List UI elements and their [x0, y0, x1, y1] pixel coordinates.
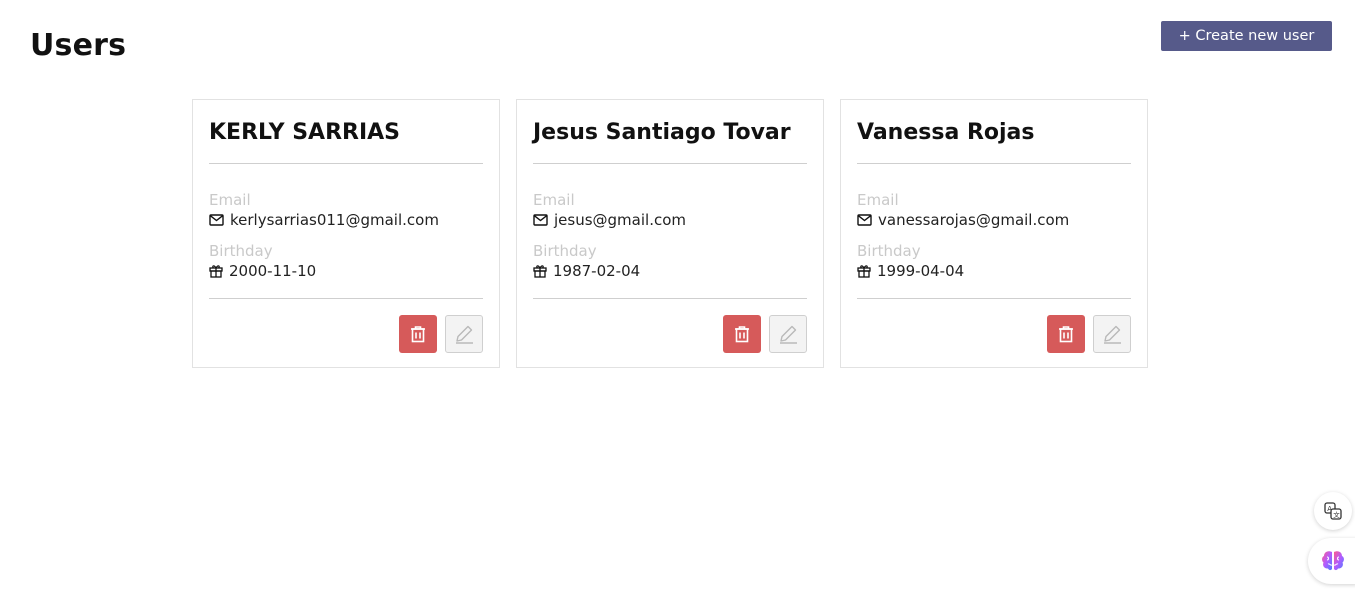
card-actions: [723, 315, 807, 353]
user-email: kerlysarrias011@gmail.com: [230, 211, 439, 229]
user-card: Jesus Santiago Tovar Email jesus@gmail.c…: [516, 99, 824, 368]
email-label: Email: [209, 191, 251, 209]
page-title: Users: [30, 28, 127, 63]
pencil-icon: [780, 325, 797, 344]
delete-button[interactable]: [723, 315, 761, 353]
email-row: kerlysarrias011@gmail.com: [209, 210, 483, 230]
edit-button[interactable]: [1093, 315, 1131, 353]
card-divider: [533, 298, 807, 299]
birthday-row: 1987-02-04: [533, 261, 807, 281]
trash-icon: [411, 326, 425, 343]
pencil-icon: [456, 325, 473, 344]
user-card: Vanessa Rojas Email vanessarojas@gmail.c…: [840, 99, 1148, 368]
card-divider: [857, 163, 1131, 164]
brain-icon: [1322, 551, 1344, 571]
mail-icon: [209, 214, 224, 226]
create-new-user-label: + Create new user: [1178, 28, 1315, 44]
birthday-label: Birthday: [209, 242, 273, 260]
user-card-list: KERLY SARRIAS Email kerlysarrias011@gmai…: [192, 99, 1148, 368]
user-card: KERLY SARRIAS Email kerlysarrias011@gmai…: [192, 99, 500, 368]
card-divider: [533, 163, 807, 164]
trash-icon: [735, 326, 749, 343]
card-actions: [1047, 315, 1131, 353]
gift-icon: [857, 265, 871, 278]
pencil-icon: [1104, 325, 1121, 344]
email-label: Email: [857, 191, 899, 209]
birthday-row: 1999-04-04: [857, 261, 1131, 281]
user-email: vanessarojas@gmail.com: [878, 211, 1070, 229]
edit-button[interactable]: [445, 315, 483, 353]
delete-button[interactable]: [1047, 315, 1085, 353]
translate-button[interactable]: A文: [1314, 492, 1352, 530]
svg-text:文: 文: [1333, 510, 1340, 519]
email-row: jesus@gmail.com: [533, 210, 807, 230]
gift-icon: [209, 265, 223, 278]
card-divider: [209, 163, 483, 164]
edit-button[interactable]: [769, 315, 807, 353]
user-name: KERLY SARRIAS: [209, 120, 401, 145]
card-divider: [857, 298, 1131, 299]
card-actions: [399, 315, 483, 353]
user-name: Vanessa Rojas: [857, 120, 1035, 145]
gift-icon: [533, 265, 547, 278]
mail-icon: [533, 214, 548, 226]
user-birthday: 2000-11-10: [229, 262, 317, 280]
email-label: Email: [533, 191, 575, 209]
birthday-label: Birthday: [857, 242, 921, 260]
user-birthday: 1987-02-04: [553, 262, 641, 280]
birthday-row: 2000-11-10: [209, 261, 483, 281]
card-divider: [209, 298, 483, 299]
mail-icon: [857, 214, 872, 226]
user-email: jesus@gmail.com: [554, 211, 686, 229]
delete-button[interactable]: [399, 315, 437, 353]
trash-icon: [1059, 326, 1073, 343]
user-name: Jesus Santiago Tovar: [533, 120, 791, 145]
email-row: vanessarojas@gmail.com: [857, 210, 1131, 230]
ai-assistant-button[interactable]: [1308, 538, 1355, 584]
translate-icon: A文: [1324, 502, 1342, 520]
user-birthday: 1999-04-04: [877, 262, 965, 280]
create-new-user-button[interactable]: + Create new user: [1161, 21, 1332, 51]
birthday-label: Birthday: [533, 242, 597, 260]
